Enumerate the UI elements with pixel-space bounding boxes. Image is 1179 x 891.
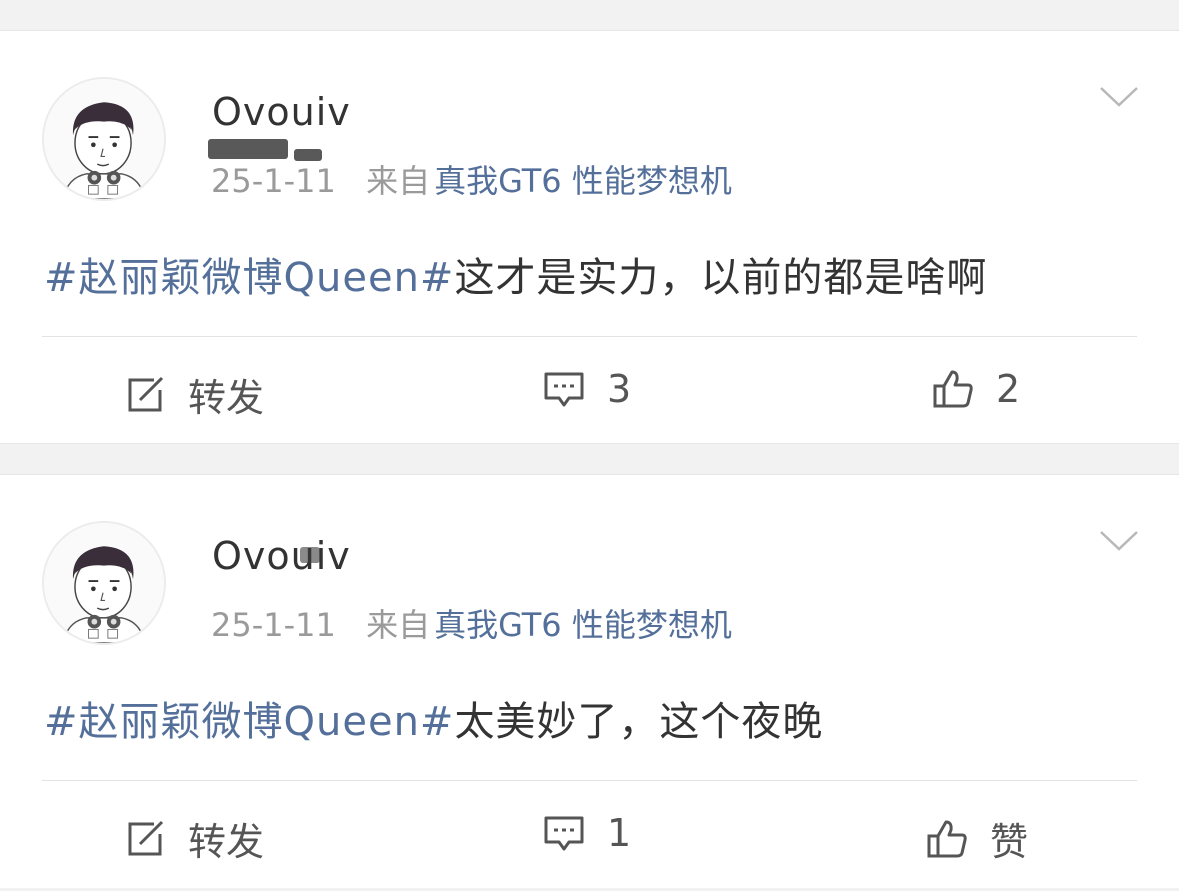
- username[interactable]: Ovouiv: [212, 534, 351, 578]
- like-button[interactable]: 2: [932, 367, 1020, 411]
- comment-count: 1: [607, 811, 632, 855]
- divider: [42, 780, 1137, 781]
- repost-label: 转发: [188, 376, 265, 420]
- source-device[interactable]: 真我GT6 性能梦想机: [434, 162, 732, 200]
- repost-label: 转发: [188, 820, 265, 864]
- comment-count: 3: [607, 367, 632, 411]
- source-label: 来自: [366, 606, 431, 644]
- comment-button[interactable]: 1: [543, 811, 631, 855]
- thumbs-up-icon: [933, 370, 973, 408]
- avatar[interactable]: [42, 77, 166, 201]
- username[interactable]: Ovouiv: [212, 90, 351, 134]
- chevron-down-icon[interactable]: [1099, 85, 1139, 109]
- weibo-post[interactable]: Ovouiv 25-1-11 来自 真我GT6 性能梦想机 #赵丽颖微博Queen…: [0, 475, 1179, 888]
- avatar[interactable]: [42, 521, 166, 645]
- comment-icon: [544, 372, 584, 407]
- like-button[interactable]: 赞: [926, 811, 1028, 866]
- like-label: 赞: [990, 820, 1029, 864]
- top-gap: [0, 0, 1179, 31]
- hashtag-link[interactable]: #赵丽颖微博Queen#: [44, 255, 454, 301]
- redaction-mark: [300, 547, 320, 563]
- post-meta: 25-1-11 来自 真我GT6 性能梦想机: [211, 156, 732, 202]
- share-edit-icon: [128, 820, 164, 855]
- share-edit-icon: [128, 376, 164, 411]
- comment-button[interactable]: 3: [543, 367, 631, 411]
- post-separator: [0, 443, 1179, 475]
- avatar-illustration-icon: [44, 523, 164, 643]
- post-text: 太美妙了，这个夜晚: [454, 699, 824, 745]
- repost-button[interactable]: 转发: [124, 367, 264, 422]
- divider: [42, 336, 1137, 337]
- hashtag-link[interactable]: #赵丽颖微博Queen#: [44, 699, 454, 745]
- weibo-post[interactable]: Ovouiv 25-1-11 来自 真我GT6 性能梦想机 #赵丽颖微博Queen…: [0, 31, 1179, 443]
- post-date: 25-1-11: [211, 606, 336, 644]
- source-label: 来自: [366, 162, 431, 200]
- comment-icon: [544, 816, 584, 851]
- thumbs-up-icon: [927, 820, 967, 857]
- post-date: 25-1-11: [211, 162, 336, 200]
- post-content: #赵丽颖微博Queen#这才是实力，以前的都是啥啊: [44, 245, 987, 303]
- post-meta: 25-1-11 来自 真我GT6 性能梦想机: [211, 600, 732, 646]
- like-count: 2: [996, 367, 1021, 411]
- repost-button[interactable]: 转发: [124, 811, 264, 866]
- post-content: #赵丽颖微博Queen#太美妙了，这个夜晚: [44, 689, 823, 747]
- post-text: 这才是实力，以前的都是啥啊: [454, 255, 988, 301]
- chevron-down-icon[interactable]: [1099, 529, 1139, 553]
- source-device[interactable]: 真我GT6 性能梦想机: [434, 606, 732, 644]
- avatar-illustration-icon: [44, 79, 164, 199]
